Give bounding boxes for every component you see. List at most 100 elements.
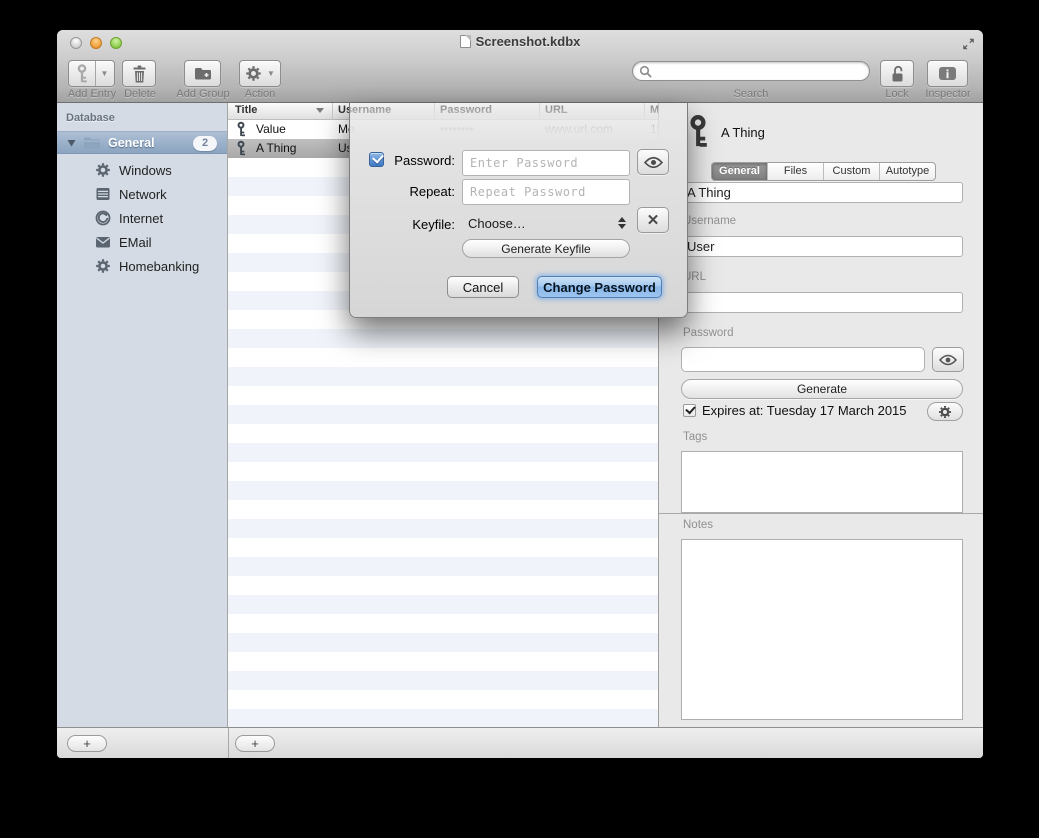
disclosure-triangle-icon[interactable] bbox=[67, 139, 76, 147]
window-chrome: Screenshot.kdbx ▼ Add Entry bbox=[57, 30, 983, 103]
sidebar-item-label: Homebanking bbox=[119, 259, 199, 274]
tags-label: Tags bbox=[683, 431, 707, 443]
delete-label: Delete bbox=[124, 88, 156, 100]
expires-checkbox[interactable] bbox=[683, 404, 696, 417]
add-group-button[interactable] bbox=[184, 60, 221, 87]
change-password-sheet: Password: Repeat: Keyfile: Choose… ✕ Gen… bbox=[349, 103, 688, 318]
folder-plus-icon bbox=[194, 66, 212, 81]
dialog-password-input[interactable] bbox=[462, 150, 630, 176]
padlock-icon bbox=[889, 65, 906, 83]
tab-autotype[interactable]: Autotype bbox=[880, 163, 935, 180]
footer-divider bbox=[228, 728, 229, 758]
cancel-button[interactable]: Cancel bbox=[447, 276, 519, 298]
inspector-panel: A Thing General Files Custom Autotype Us… bbox=[658, 103, 983, 727]
x-icon: ✕ bbox=[647, 211, 660, 229]
username-label: Username bbox=[683, 215, 736, 227]
cell-title: Value bbox=[256, 122, 286, 136]
dialog-show-password-button[interactable] bbox=[637, 149, 669, 175]
expires-row: Expires at: Tuesday 17 March 2015 bbox=[683, 403, 907, 418]
inspector-label: Inspector bbox=[925, 88, 970, 100]
clear-keyfile-button[interactable]: ✕ bbox=[637, 207, 669, 233]
dialog-keyfile-label: Keyfile: bbox=[350, 217, 455, 232]
gear-icon bbox=[938, 405, 952, 419]
sidebar-group-label: General bbox=[108, 136, 155, 150]
globe-icon bbox=[95, 210, 111, 226]
expires-settings-button[interactable] bbox=[927, 402, 963, 421]
folder-icon bbox=[83, 136, 101, 150]
dialog-repeat-label: Repeat: bbox=[350, 184, 455, 199]
username-field[interactable] bbox=[681, 236, 963, 257]
key-icon bbox=[236, 140, 246, 157]
add-entry-dropdown-icon[interactable]: ▼ bbox=[101, 69, 109, 78]
lock-label: Lock bbox=[885, 88, 908, 100]
inspector-entry-title: A Thing bbox=[721, 125, 765, 140]
keyfile-stepper-icon[interactable] bbox=[618, 213, 626, 233]
eye-icon bbox=[939, 354, 957, 366]
sidebar-item-label: Internet bbox=[119, 211, 163, 226]
notes-textarea[interactable] bbox=[681, 539, 963, 720]
generate-keyfile-button[interactable]: Generate Keyfile bbox=[462, 239, 630, 258]
key-icon bbox=[75, 64, 89, 84]
trash-icon bbox=[132, 65, 147, 83]
sidebar-header: Database bbox=[66, 112, 115, 124]
keyfile-popup[interactable]: Choose… bbox=[468, 216, 526, 231]
envelope-icon bbox=[95, 234, 111, 250]
inspector-button[interactable] bbox=[927, 60, 968, 87]
search-field[interactable] bbox=[632, 61, 870, 81]
add-entry-label: Add Entry bbox=[68, 88, 116, 100]
fullscreen-icon[interactable] bbox=[961, 37, 976, 51]
eye-icon bbox=[644, 156, 663, 169]
column-header-title[interactable]: Title bbox=[235, 104, 257, 116]
tab-general[interactable]: General bbox=[712, 163, 768, 180]
dialog-password-label: Password: bbox=[350, 153, 455, 168]
group-sidebar: Database General 2 Windows bbox=[57, 103, 228, 727]
action-label: Action bbox=[245, 88, 276, 100]
app-window: Screenshot.kdbx ▼ Add Entry bbox=[57, 30, 983, 758]
cell-title: A Thing bbox=[256, 141, 296, 155]
sidebar-item-homebanking[interactable]: Homebanking bbox=[57, 254, 227, 278]
gear-icon bbox=[95, 258, 111, 274]
document-icon bbox=[460, 35, 471, 48]
add-group-footer-button[interactable]: + bbox=[67, 735, 107, 752]
expires-label: Expires at: Tuesday 17 March 2015 bbox=[702, 403, 907, 418]
bottom-bar: + + bbox=[57, 727, 983, 758]
search-icon bbox=[639, 65, 652, 78]
search-label: Search bbox=[734, 88, 769, 100]
tags-textarea[interactable] bbox=[681, 451, 963, 513]
sort-indicator-icon bbox=[316, 108, 324, 117]
key-icon bbox=[236, 121, 246, 138]
group-count-badge: 2 bbox=[193, 136, 217, 151]
dialog-repeat-input[interactable] bbox=[462, 179, 630, 205]
sidebar-item-internet[interactable]: Internet bbox=[57, 206, 227, 230]
window-title: Screenshot.kdbx bbox=[57, 34, 983, 49]
tab-files[interactable]: Files bbox=[768, 163, 824, 180]
lock-button[interactable] bbox=[880, 60, 914, 87]
tab-custom[interactable]: Custom bbox=[824, 163, 880, 180]
gear-icon bbox=[95, 162, 111, 178]
notes-label: Notes bbox=[683, 519, 713, 531]
sidebar-item-email[interactable]: EMail bbox=[57, 230, 227, 254]
action-button[interactable]: ▼ bbox=[239, 60, 281, 87]
inspector-tabs: General Files Custom Autotype bbox=[711, 162, 936, 181]
key-icon bbox=[687, 111, 709, 153]
sidebar-item-label: Windows bbox=[119, 163, 172, 178]
sidebar-item-network[interactable]: Network bbox=[57, 182, 227, 206]
add-entry-footer-button[interactable]: + bbox=[235, 735, 275, 752]
server-icon bbox=[95, 186, 111, 202]
generate-button[interactable]: Generate bbox=[681, 379, 963, 399]
password-label: Password bbox=[683, 327, 734, 339]
change-password-button[interactable]: Change Password bbox=[537, 276, 662, 298]
sidebar-item-windows[interactable]: Windows bbox=[57, 158, 227, 182]
show-password-button[interactable] bbox=[932, 347, 964, 372]
sidebar-item-label: Network bbox=[119, 187, 167, 202]
add-group-label: Add Group bbox=[176, 88, 229, 100]
password-field[interactable] bbox=[681, 347, 925, 372]
delete-button[interactable] bbox=[122, 60, 156, 87]
search-input[interactable] bbox=[655, 63, 863, 79]
add-entry-button[interactable]: ▼ bbox=[68, 60, 115, 87]
url-field[interactable] bbox=[681, 292, 963, 313]
sidebar-group-general[interactable]: General 2 bbox=[57, 131, 227, 154]
info-icon bbox=[938, 66, 957, 81]
gear-icon bbox=[245, 65, 262, 82]
title-field[interactable] bbox=[681, 182, 963, 203]
